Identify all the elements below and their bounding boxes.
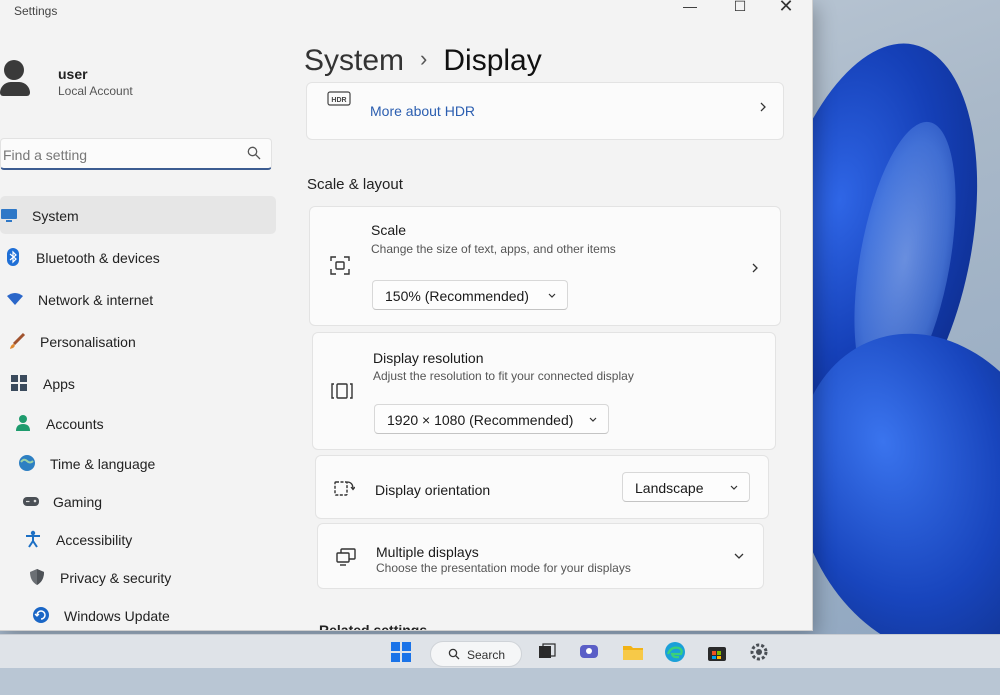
brush-icon [10, 332, 26, 349]
sidebar-item-label: Windows Update [64, 608, 170, 624]
chevron-down-icon [589, 417, 597, 422]
search-icon [448, 648, 460, 660]
orientation-value: Landscape [635, 480, 704, 496]
edge-browser-icon[interactable] [664, 641, 686, 663]
sidebar-item-label: Gaming [53, 494, 103, 510]
minimize-button[interactable]: — [668, 0, 712, 14]
sidebar-item-accounts[interactable]: Accounts [0, 404, 276, 442]
start-icon[interactable] [390, 641, 412, 663]
resolution-dropdown[interactable]: 1920 × 1080 (Recommended) [374, 404, 609, 434]
page-title: Display [443, 44, 542, 77]
bluetooth-icon [7, 248, 19, 266]
sidebar-item-gaming[interactable]: Gaming [0, 482, 276, 520]
title-bar: Settings — ☐ ✕ [0, 0, 812, 28]
settings-gear-icon[interactable] [748, 641, 770, 663]
settings-window: Settings — ☐ ✕ user Local Account System… [0, 0, 813, 631]
taskbar-search-label: Search [467, 648, 506, 662]
hdr-card[interactable]: HDR More about HDR [306, 82, 784, 140]
sidebar-item-accessibility[interactable]: Accessibility [0, 520, 276, 558]
scale-value: 150% (Recommended) [385, 288, 529, 304]
chevron-down-icon [734, 553, 744, 559]
search-icon[interactable] [247, 146, 261, 160]
wifi-icon [7, 293, 23, 305]
sidebar-item-label: Network & internet [38, 292, 154, 308]
chevron-right-icon [752, 263, 758, 273]
svg-text:HDR: HDR [331, 97, 346, 104]
apps-icon [11, 375, 27, 391]
taskbar: Search [0, 634, 1000, 668]
close-button[interactable]: ✕ [764, 0, 808, 15]
sidebar-item-label: Apps [43, 376, 75, 392]
multiple-displays-card[interactable]: Multiple displays Choose the presentatio… [317, 523, 764, 589]
multiple-displays-icon [336, 548, 356, 566]
account-type: Local Account [58, 84, 133, 98]
orientation-dropdown[interactable]: Landscape [622, 472, 750, 502]
avatar [0, 60, 30, 98]
sidebar-item-label: System [32, 208, 79, 224]
scale-dropdown[interactable]: 150% (Recommended) [372, 280, 568, 310]
window-title: Settings [14, 4, 58, 18]
gamepad-icon [23, 497, 39, 506]
accessibility-icon [26, 530, 40, 548]
shield-icon [30, 569, 44, 585]
orientation-icon [334, 481, 355, 496]
monitor-icon [1, 209, 17, 222]
update-icon [33, 607, 49, 623]
more-about-hdr-link[interactable]: More about HDR [370, 103, 475, 119]
resolution-title: Display resolution [373, 350, 484, 366]
user-name: user [58, 66, 88, 82]
resolution-description: Adjust the resolution to fit your connec… [373, 369, 634, 383]
breadcrumb: System › Display [304, 44, 542, 78]
display-resolution-card: Display resolution Adjust the resolution… [312, 332, 776, 450]
sidebar-item-label: Personalisation [40, 334, 136, 350]
sidebar-item-label: Accessibility [56, 532, 133, 548]
sidebar-item-personalisation[interactable]: Personalisation [0, 322, 276, 360]
sidebar-item-label: Accounts [46, 416, 104, 432]
scale-description: Change the size of text, apps, and other… [371, 242, 616, 256]
sidebar-item-network[interactable]: Network & internet [0, 280, 276, 318]
maximize-button[interactable]: ☐ [718, 0, 762, 14]
file-explorer-icon[interactable] [622, 641, 644, 663]
chevron-down-icon [548, 293, 556, 298]
task-view-icon[interactable] [536, 641, 558, 663]
sidebar-item-bluetooth[interactable]: Bluetooth & devices [0, 238, 276, 276]
display-orientation-card: Display orientation Landscape [315, 455, 769, 519]
section-heading-scale-layout: Scale & layout [307, 176, 403, 193]
section-heading-related-settings: Related settings [319, 622, 428, 631]
scale-icon [330, 256, 350, 275]
store-icon[interactable] [706, 641, 728, 663]
sidebar-item-time-language[interactable]: Time & language [0, 444, 276, 482]
sidebar-item-label: Privacy & security [60, 570, 172, 586]
sidebar-item-windows-update[interactable]: Windows Update [0, 596, 276, 630]
resolution-value: 1920 × 1080 (Recommended) [387, 412, 574, 428]
person-icon [16, 415, 30, 431]
chat-icon[interactable] [578, 641, 600, 663]
sidebar-item-label: Bluetooth & devices [36, 250, 160, 266]
sidebar-item-privacy-security[interactable]: Privacy & security [0, 558, 276, 596]
scale-card[interactable]: Scale Change the size of text, apps, and… [309, 206, 781, 326]
chevron-right-icon [760, 102, 766, 112]
chevron-down-icon [730, 485, 738, 490]
orientation-title: Display orientation [375, 482, 491, 498]
scale-title: Scale [371, 222, 407, 238]
taskbar-search[interactable]: Search [430, 641, 522, 667]
hdr-icon: HDR [327, 91, 351, 106]
breadcrumb-parent[interactable]: System [304, 44, 404, 77]
sidebar-item-label: Time & language [50, 456, 156, 472]
multiple-displays-title: Multiple displays [376, 544, 479, 560]
multiple-displays-description: Choose the presentation mode for your di… [376, 561, 631, 575]
settings-search [0, 138, 272, 170]
sidebar-item-system[interactable]: System [0, 196, 276, 234]
globe-clock-icon [19, 455, 35, 471]
sidebar-item-apps[interactable]: Apps [0, 364, 276, 402]
search-input[interactable] [1, 143, 235, 167]
resolution-icon [331, 383, 353, 399]
breadcrumb-separator: › [420, 46, 428, 71]
